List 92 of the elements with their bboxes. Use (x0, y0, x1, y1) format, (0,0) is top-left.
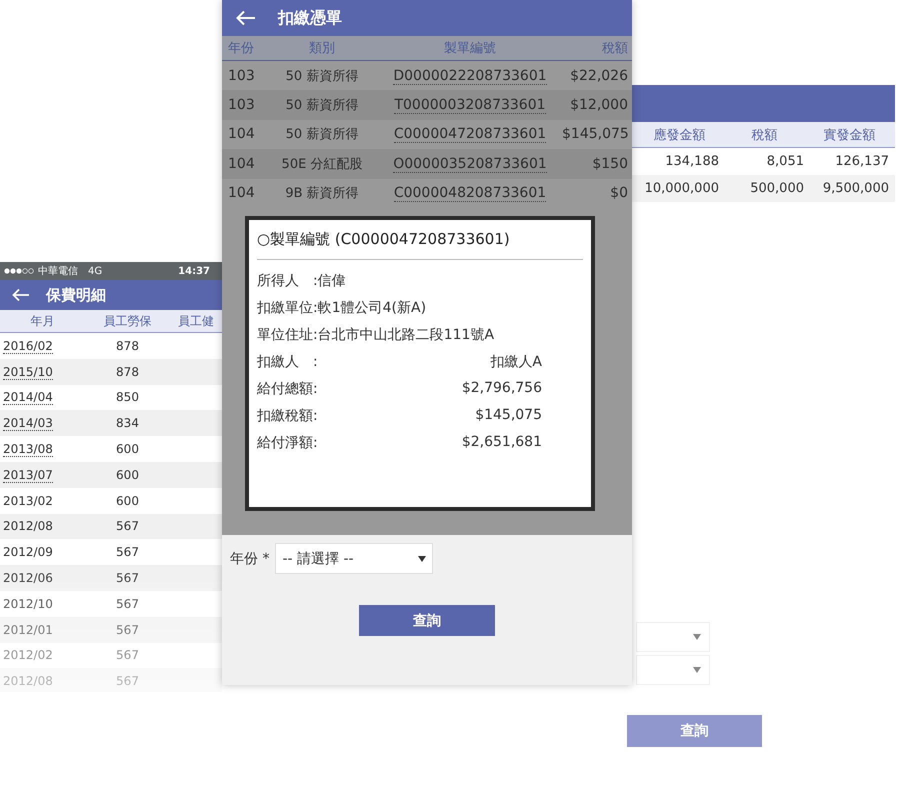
carrier-label: 中華電信 (38, 264, 78, 278)
table-cell-text: 567 (115, 571, 140, 586)
table-cell-text: 567 (115, 519, 140, 534)
back-arrow-icon[interactable] (12, 288, 30, 302)
table-cell-text: 500,000 (749, 181, 805, 196)
column-header: 稅額 (601, 40, 628, 57)
month-link[interactable]: 2015/10 (3, 364, 53, 380)
certificate-link[interactable]: C0000047208733601 (394, 126, 546, 144)
column-header: 員工健 (177, 312, 215, 330)
column-header: 應發金額 (652, 126, 706, 144)
month-link[interactable]: 2013/08 (3, 442, 53, 458)
certificate-link[interactable]: D0000022208733601 (393, 68, 547, 85)
month-text: 2012/09 (3, 545, 53, 560)
table-cell-text: 50 薪資所得 (284, 97, 360, 114)
month-text: 2012/10 (3, 596, 53, 611)
column-header: 實發金額 (822, 126, 876, 144)
table-cell-text: $22,026 (569, 68, 628, 84)
field-label: 年份 * (230, 550, 270, 568)
detail-text: 所得人 :信偉 (257, 272, 347, 291)
table-cell-text: 878 (115, 364, 140, 379)
column-header: 年份 (227, 40, 255, 57)
table-cell-text: 9B 薪資所得 (284, 185, 360, 202)
year-select[interactable]: -- 請選擇 -- (275, 543, 434, 574)
month-text: 2012/06 (3, 571, 53, 586)
table-cell-text: 878 (115, 338, 140, 353)
month-link[interactable]: 2016/02 (3, 338, 53, 354)
table-cell-text: 567 (115, 622, 140, 637)
month-text: 2012/08 (3, 674, 53, 688)
table-cell-text: 134,188 (664, 154, 720, 169)
detail-label: 扣繳人 : (257, 352, 318, 372)
table-cell-text: $0 (609, 185, 628, 202)
signal-icon (4, 268, 34, 274)
table-cell-text: 567 (115, 545, 140, 560)
month-text: 2012/08 (3, 519, 53, 534)
table-cell-text: 600 (115, 442, 140, 456)
certificate-link[interactable]: O0000035208733601 (393, 156, 547, 173)
caret-icon (693, 667, 701, 673)
detail-value: $145,075 (475, 406, 542, 425)
column-header: 員工勞保 (102, 312, 152, 330)
table-cell-text: 50E 分紅配股 (280, 156, 364, 173)
back-arrow-icon[interactable] (236, 10, 256, 26)
column-header: 製單編號 (443, 40, 497, 57)
table-cell-text: 600 (115, 494, 140, 508)
table-cell-text: 8,051 (766, 154, 805, 169)
table-cell-text: 567 (115, 674, 140, 688)
network-label: 4G (88, 266, 102, 276)
dialog-title: ○製單編號 (C0000047208733601) (257, 230, 511, 249)
detail-label: 給付淨額: (257, 434, 318, 453)
detail-value: 扣繳人A (490, 352, 542, 372)
certificate-link[interactable]: T0000003208733601 (394, 97, 546, 114)
table-cell-text: 850 (115, 390, 140, 404)
detail-label: 給付總額: (257, 380, 318, 399)
table-cell-text: 9,500,000 (822, 181, 890, 196)
select-field[interactable] (636, 655, 710, 685)
table-cell-text: 103 (227, 68, 256, 84)
detail-value: $2,796,756 (462, 380, 542, 398)
detail-text: 扣繳單位:軟1體公司4(新A) (257, 298, 428, 318)
table-cell-text: 600 (115, 468, 140, 482)
table-cell-text: 567 (115, 596, 140, 611)
month-link[interactable]: 2013/07 (3, 468, 53, 483)
search-button[interactable]: 查詢 (359, 605, 495, 636)
table-cell-text: 103 (227, 97, 256, 114)
table-cell-text: $150 (591, 156, 628, 172)
clock-time: 14:37 (178, 266, 210, 276)
table-cell-text: $12,000 (569, 97, 628, 114)
table-cell: $145,075 (562, 126, 628, 142)
caret-icon (418, 556, 426, 562)
detail-label: 扣繳稅額: (257, 406, 318, 426)
table-cell-text: 104 (227, 126, 256, 142)
month-link[interactable]: 2014/04 (3, 390, 53, 406)
month-link[interactable]: 2014/03 (3, 416, 53, 432)
month-text: 2012/01 (3, 622, 53, 637)
column-header: 稅額 (750, 126, 778, 144)
table-cell-text: 50 薪資所得 (284, 126, 360, 144)
table-cell-text: 104 (227, 185, 256, 202)
table-cell-text: 126,137 (834, 154, 890, 169)
caret-icon (693, 634, 701, 640)
month-text: 2013/02 (3, 494, 53, 508)
column-header: 類別 (308, 40, 336, 57)
detail-value: $2,651,681 (462, 434, 542, 452)
table-cell-text: 104 (227, 156, 256, 172)
table-cell-text: 834 (115, 416, 140, 430)
table-cell-text: 50 薪資所得 (284, 68, 360, 85)
table-cell-text: 567 (115, 648, 140, 662)
detail-text: 單位住址:台北市中山北路二段111號A (257, 326, 496, 345)
select-field[interactable] (636, 622, 710, 652)
table-cell-text: 10,000,000 (644, 181, 720, 196)
month-text: 2012/02 (3, 648, 53, 662)
column-header: 年月 (30, 312, 56, 330)
screen-title: 扣繳憑單 (278, 8, 342, 28)
certificate-link[interactable]: C0000048208733601 (394, 185, 546, 202)
screen-title: 保費明細 (46, 286, 106, 304)
